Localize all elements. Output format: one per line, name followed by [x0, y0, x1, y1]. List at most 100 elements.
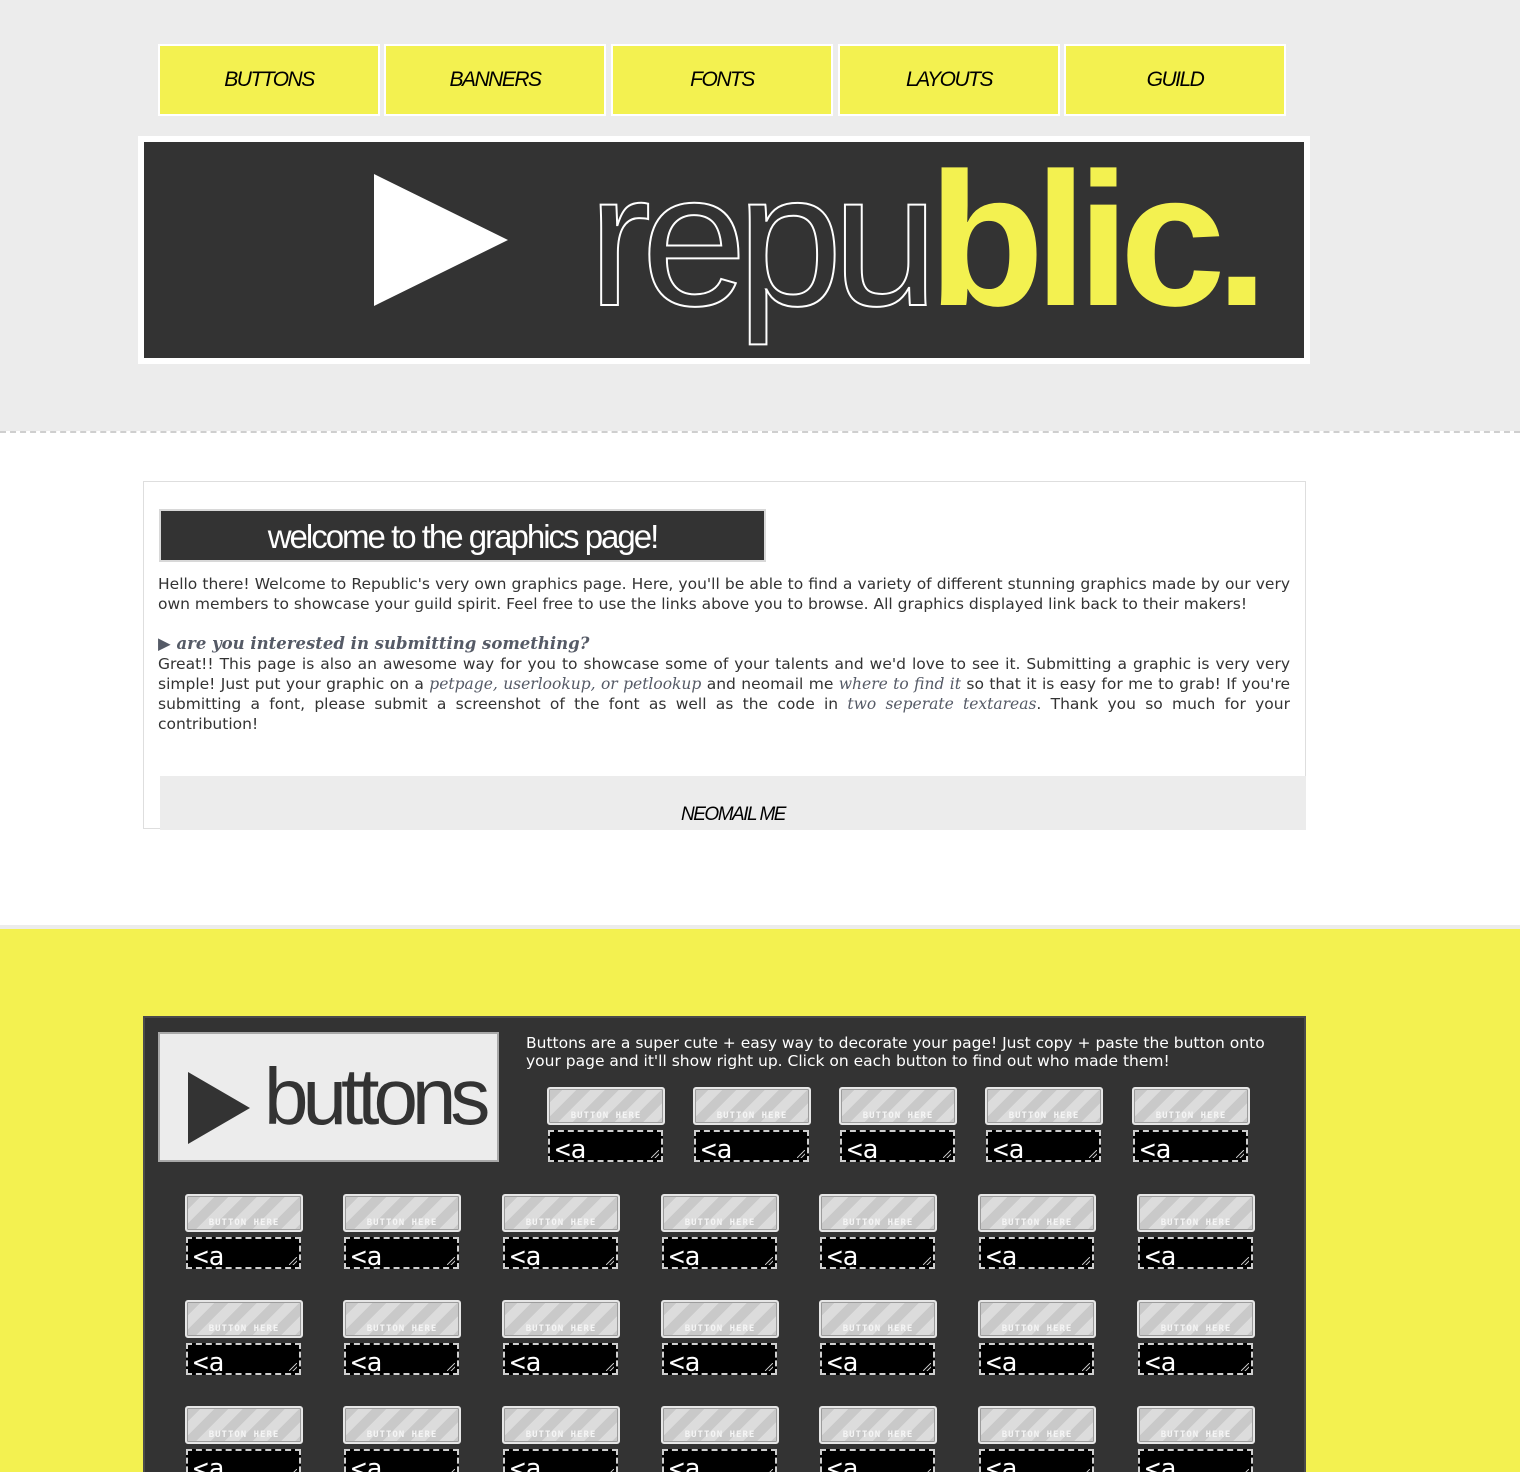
button-code-textarea[interactable]: <a	[1138, 1343, 1253, 1375]
button-graphic-image[interactable]: BUTTON HERE	[1137, 1300, 1255, 1338]
neomail-me-button[interactable]: NEOMAIL ME	[160, 776, 1306, 830]
button-graphic-image[interactable]: BUTTON HERE	[1137, 1194, 1255, 1232]
button-graphic-image[interactable]: BUTTON HERE	[819, 1406, 937, 1444]
button-graphic-item: BUTTON HERE <a	[502, 1300, 620, 1378]
button-graphic-label: BUTTON HERE	[716, 1111, 788, 1121]
button-graphic-item: BUTTON HERE <a	[978, 1406, 1096, 1472]
welcome-heading: welcome to the graphics page!	[159, 509, 766, 562]
button-graphic-item: BUTTON HERE <a	[1137, 1300, 1255, 1378]
button-graphic-image[interactable]: BUTTON HERE	[661, 1406, 779, 1444]
button-graphic-label: BUTTON HERE	[366, 1218, 438, 1228]
button-graphic-item: BUTTON HERE <a	[1137, 1194, 1255, 1272]
button-graphic-image[interactable]: BUTTON HERE	[819, 1194, 937, 1232]
button-graphic-image[interactable]: BUTTON HERE	[978, 1194, 1096, 1232]
button-code-textarea[interactable]: <a	[840, 1130, 955, 1162]
button-graphic-image[interactable]: BUTTON HERE	[1132, 1087, 1250, 1125]
buttons-panel: buttons Buttons are a super cute + easy …	[143, 1016, 1306, 1472]
button-code-textarea[interactable]: <a	[344, 1343, 459, 1375]
nav-layouts-link[interactable]: LAYOUTS	[838, 44, 1060, 116]
button-graphic-image[interactable]: BUTTON HERE	[693, 1087, 811, 1125]
button-graphic-image[interactable]: BUTTON HERE	[185, 1194, 303, 1232]
button-code-textarea[interactable]: <a	[662, 1449, 777, 1472]
button-graphic-image[interactable]: BUTTON HERE	[547, 1087, 665, 1125]
button-graphic-item: BUTTON HERE <a	[185, 1406, 303, 1472]
button-code-textarea[interactable]: <a	[344, 1237, 459, 1269]
button-graphic-image[interactable]: BUTTON HERE	[502, 1406, 620, 1444]
buttons-description: Buttons are a super cute + easy way to d…	[526, 1034, 1265, 1070]
button-code-textarea[interactable]: <a	[820, 1237, 935, 1269]
button-code-textarea[interactable]: <a	[1138, 1449, 1253, 1472]
button-graphic-label: BUTTON HERE	[1001, 1430, 1073, 1440]
button-code-textarea[interactable]: <a	[344, 1449, 459, 1472]
button-code-textarea[interactable]: <a	[186, 1343, 301, 1375]
button-graphic-label: BUTTON HERE	[366, 1324, 438, 1334]
logo-text-light: repu	[587, 134, 939, 346]
button-code-textarea[interactable]: <a	[694, 1130, 809, 1162]
button-graphic-label: BUTTON HERE	[1160, 1430, 1232, 1440]
triangle-bullet-icon: ▶	[158, 634, 171, 653]
textareas-text: two seperate textareas	[847, 695, 1037, 713]
button-graphic-item: BUTTON HERE <a	[1132, 1087, 1250, 1165]
button-code-textarea[interactable]: <a	[979, 1449, 1094, 1472]
button-graphic-image[interactable]: BUTTON HERE	[502, 1194, 620, 1232]
button-code-textarea[interactable]: <a	[1133, 1130, 1248, 1162]
button-code-textarea[interactable]: <a	[548, 1130, 663, 1162]
buttons-heading: buttons	[264, 1052, 490, 1141]
button-code-textarea[interactable]: <a	[820, 1343, 935, 1375]
button-code-textarea[interactable]: <a	[979, 1237, 1094, 1269]
button-graphic-item: BUTTON HERE <a	[502, 1194, 620, 1272]
nav-banners-link[interactable]: BANNERS	[384, 44, 606, 116]
button-graphic-label: BUTTON HERE	[1155, 1111, 1227, 1121]
submit-text-2: and neomail me	[701, 675, 839, 693]
button-code-textarea[interactable]: <a	[503, 1449, 618, 1472]
page-types-text: petpage, userlookup, or petlookup	[429, 675, 702, 693]
button-graphic-image[interactable]: BUTTON HERE	[502, 1300, 620, 1338]
button-graphic-label: BUTTON HERE	[684, 1218, 756, 1228]
button-code-textarea[interactable]: <a	[820, 1449, 935, 1472]
button-graphic-label: BUTTON HERE	[842, 1430, 914, 1440]
button-graphic-image[interactable]: BUTTON HERE	[661, 1194, 779, 1232]
button-graphic-item: BUTTON HERE <a	[185, 1300, 303, 1378]
button-graphic-label: BUTTON HERE	[1160, 1324, 1232, 1334]
button-graphic-image[interactable]: BUTTON HERE	[343, 1300, 461, 1338]
button-graphic-item: BUTTON HERE <a	[661, 1406, 779, 1472]
nav-buttons-link[interactable]: BUTTONS	[158, 44, 380, 116]
button-graphic-label: BUTTON HERE	[525, 1218, 597, 1228]
button-code-textarea[interactable]: <a	[986, 1130, 1101, 1162]
button-code-textarea[interactable]: <a	[979, 1343, 1094, 1375]
button-graphic-image[interactable]: BUTTON HERE	[185, 1406, 303, 1444]
button-graphic-image[interactable]: BUTTON HERE	[819, 1300, 937, 1338]
button-graphic-label: BUTTON HERE	[208, 1324, 280, 1334]
button-code-textarea[interactable]: <a	[186, 1237, 301, 1269]
button-graphic-image[interactable]: BUTTON HERE	[185, 1300, 303, 1338]
welcome-body: Hello there! Welcome to Republic's very …	[158, 574, 1290, 734]
button-graphic-image[interactable]: BUTTON HERE	[661, 1300, 779, 1338]
button-graphic-label: BUTTON HERE	[1001, 1324, 1073, 1334]
button-graphic-item: BUTTON HERE <a	[819, 1406, 937, 1472]
button-graphic-label: BUTTON HERE	[862, 1111, 934, 1121]
button-graphic-item: BUTTON HERE <a	[693, 1087, 811, 1165]
button-graphic-image[interactable]: BUTTON HERE	[343, 1194, 461, 1232]
buttons-heading-box: buttons	[158, 1032, 499, 1162]
nav-fonts-link[interactable]: FONTS	[611, 44, 833, 116]
button-code-textarea[interactable]: <a	[186, 1449, 301, 1472]
button-code-textarea[interactable]: <a	[503, 1237, 618, 1269]
button-code-textarea[interactable]: <a	[662, 1343, 777, 1375]
button-graphic-image[interactable]: BUTTON HERE	[343, 1406, 461, 1444]
button-graphic-image[interactable]: BUTTON HERE	[978, 1406, 1096, 1444]
button-graphic-image[interactable]: BUTTON HERE	[839, 1087, 957, 1125]
neomail-label: NEOMAIL ME	[681, 804, 786, 825]
button-graphic-label: BUTTON HERE	[1008, 1111, 1080, 1121]
button-code-textarea[interactable]: <a	[1138, 1237, 1253, 1269]
button-code-textarea[interactable]: <a	[662, 1237, 777, 1269]
button-graphic-label: BUTTON HERE	[842, 1324, 914, 1334]
button-graphic-image[interactable]: BUTTON HERE	[1137, 1406, 1255, 1444]
submit-paragraph: Great!! This page is also an awesome way…	[158, 654, 1290, 734]
nav-guild-link[interactable]: GUILD	[1064, 44, 1286, 116]
button-code-textarea[interactable]: <a	[503, 1343, 618, 1375]
button-graphic-image[interactable]: BUTTON HERE	[985, 1087, 1103, 1125]
button-graphic-item: BUTTON HERE <a	[343, 1300, 461, 1378]
submit-subheading: ▶ are you interested in submitting somet…	[158, 634, 1290, 654]
button-graphic-label: BUTTON HERE	[525, 1324, 597, 1334]
button-graphic-image[interactable]: BUTTON HERE	[978, 1300, 1096, 1338]
